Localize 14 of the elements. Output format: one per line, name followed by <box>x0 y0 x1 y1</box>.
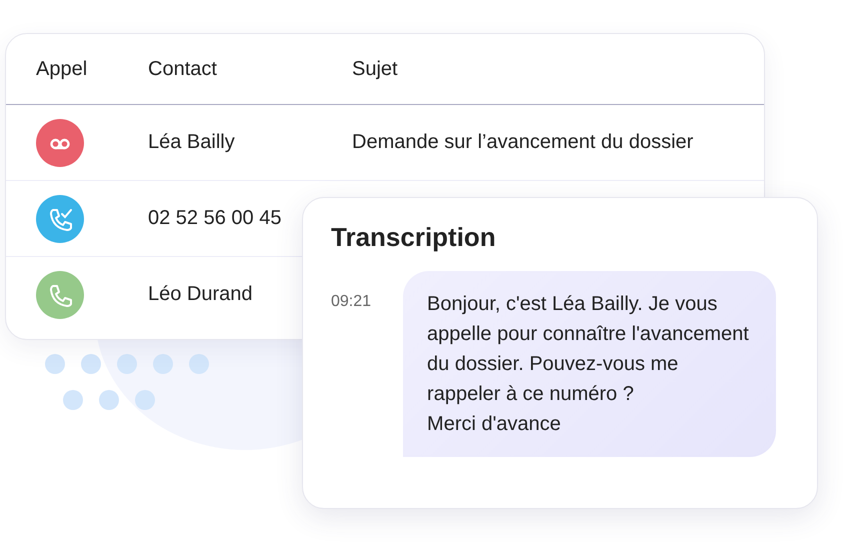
message-time: 09:21 <box>331 292 372 311</box>
decorative-dot <box>99 390 119 410</box>
decorative-dot <box>45 354 65 374</box>
decorative-dot <box>63 390 83 410</box>
card-title: Transcription <box>331 222 497 253</box>
message-bubble: Bonjour, c'est Léa Bailly. Je vous appelle pour connaître l'avancement du dossier. Pouvez-vous me rappeler à ce numéro ? Merci d'avance <box>403 271 776 457</box>
contact-name: Léo Durand <box>148 283 253 305</box>
column-header: Sujet <box>352 58 399 80</box>
column-header: Appel <box>36 58 88 80</box>
column-header: Contact <box>148 58 218 80</box>
contact-name: Léa Bailly <box>148 131 235 153</box>
contact-name: 02 52 56 00 45 <box>148 207 282 229</box>
decorative-dot <box>81 354 101 374</box>
subject-text: Demande sur l’avancement du dossier <box>352 131 694 153</box>
